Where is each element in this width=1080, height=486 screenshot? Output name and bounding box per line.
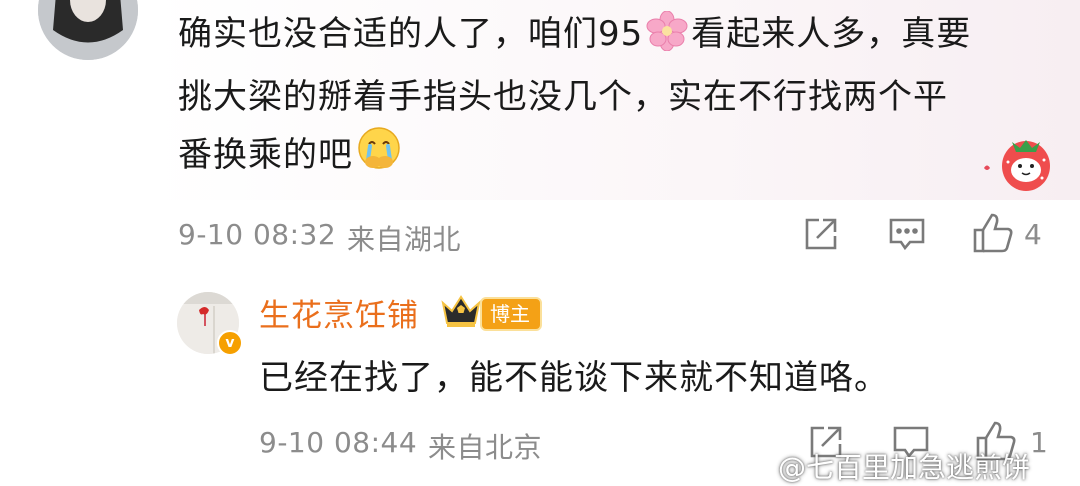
verified-badge-icon: v [217, 330, 243, 356]
share-icon[interactable] [803, 216, 839, 256]
reply-timestamp: 9-10 08:44 [259, 426, 418, 459]
reply-like-count: 1 [1030, 426, 1048, 459]
reply-location: 来自北京 [428, 431, 543, 464]
watermark-text: @七百里加急逃煎饼 [778, 451, 1031, 484]
comment-line2: 挑大梁的掰着手指头也没几个，实在不行找两个平 [178, 77, 948, 117]
like-icon[interactable] [972, 212, 1014, 258]
comment-like-count: 4 [1024, 218, 1042, 251]
commenter-avatar[interactable] [38, 0, 138, 60]
comment-line3: 番换乘的吧 [178, 135, 353, 175]
crying-face-emoji-icon [355, 126, 403, 190]
strawberry-sticker-icon [982, 132, 1062, 194]
comment-icon[interactable] [888, 216, 926, 258]
reply-text: 已经在找了，能不能谈下来就不知道咯。 [259, 358, 889, 398]
comment-timestamp: 9-10 08:32 [178, 218, 337, 251]
comment-line1a: 确实也没合适的人了，咱们95 [178, 14, 644, 54]
author-name[interactable]: 生花烹饪铺 [259, 290, 419, 335]
flower-emoji-icon [645, 10, 689, 69]
blogger-badge: 博主 [480, 297, 542, 331]
comment-location: 来自湖北 [347, 223, 462, 256]
crown-icon [440, 293, 482, 333]
comment-text: 确实也没合适的人了，咱们95 看起来人多，真要 挑大梁的掰着手指头也没几个，实在… [178, 6, 1048, 190]
comment-line1b: 看起来人多，真要 [691, 14, 972, 54]
